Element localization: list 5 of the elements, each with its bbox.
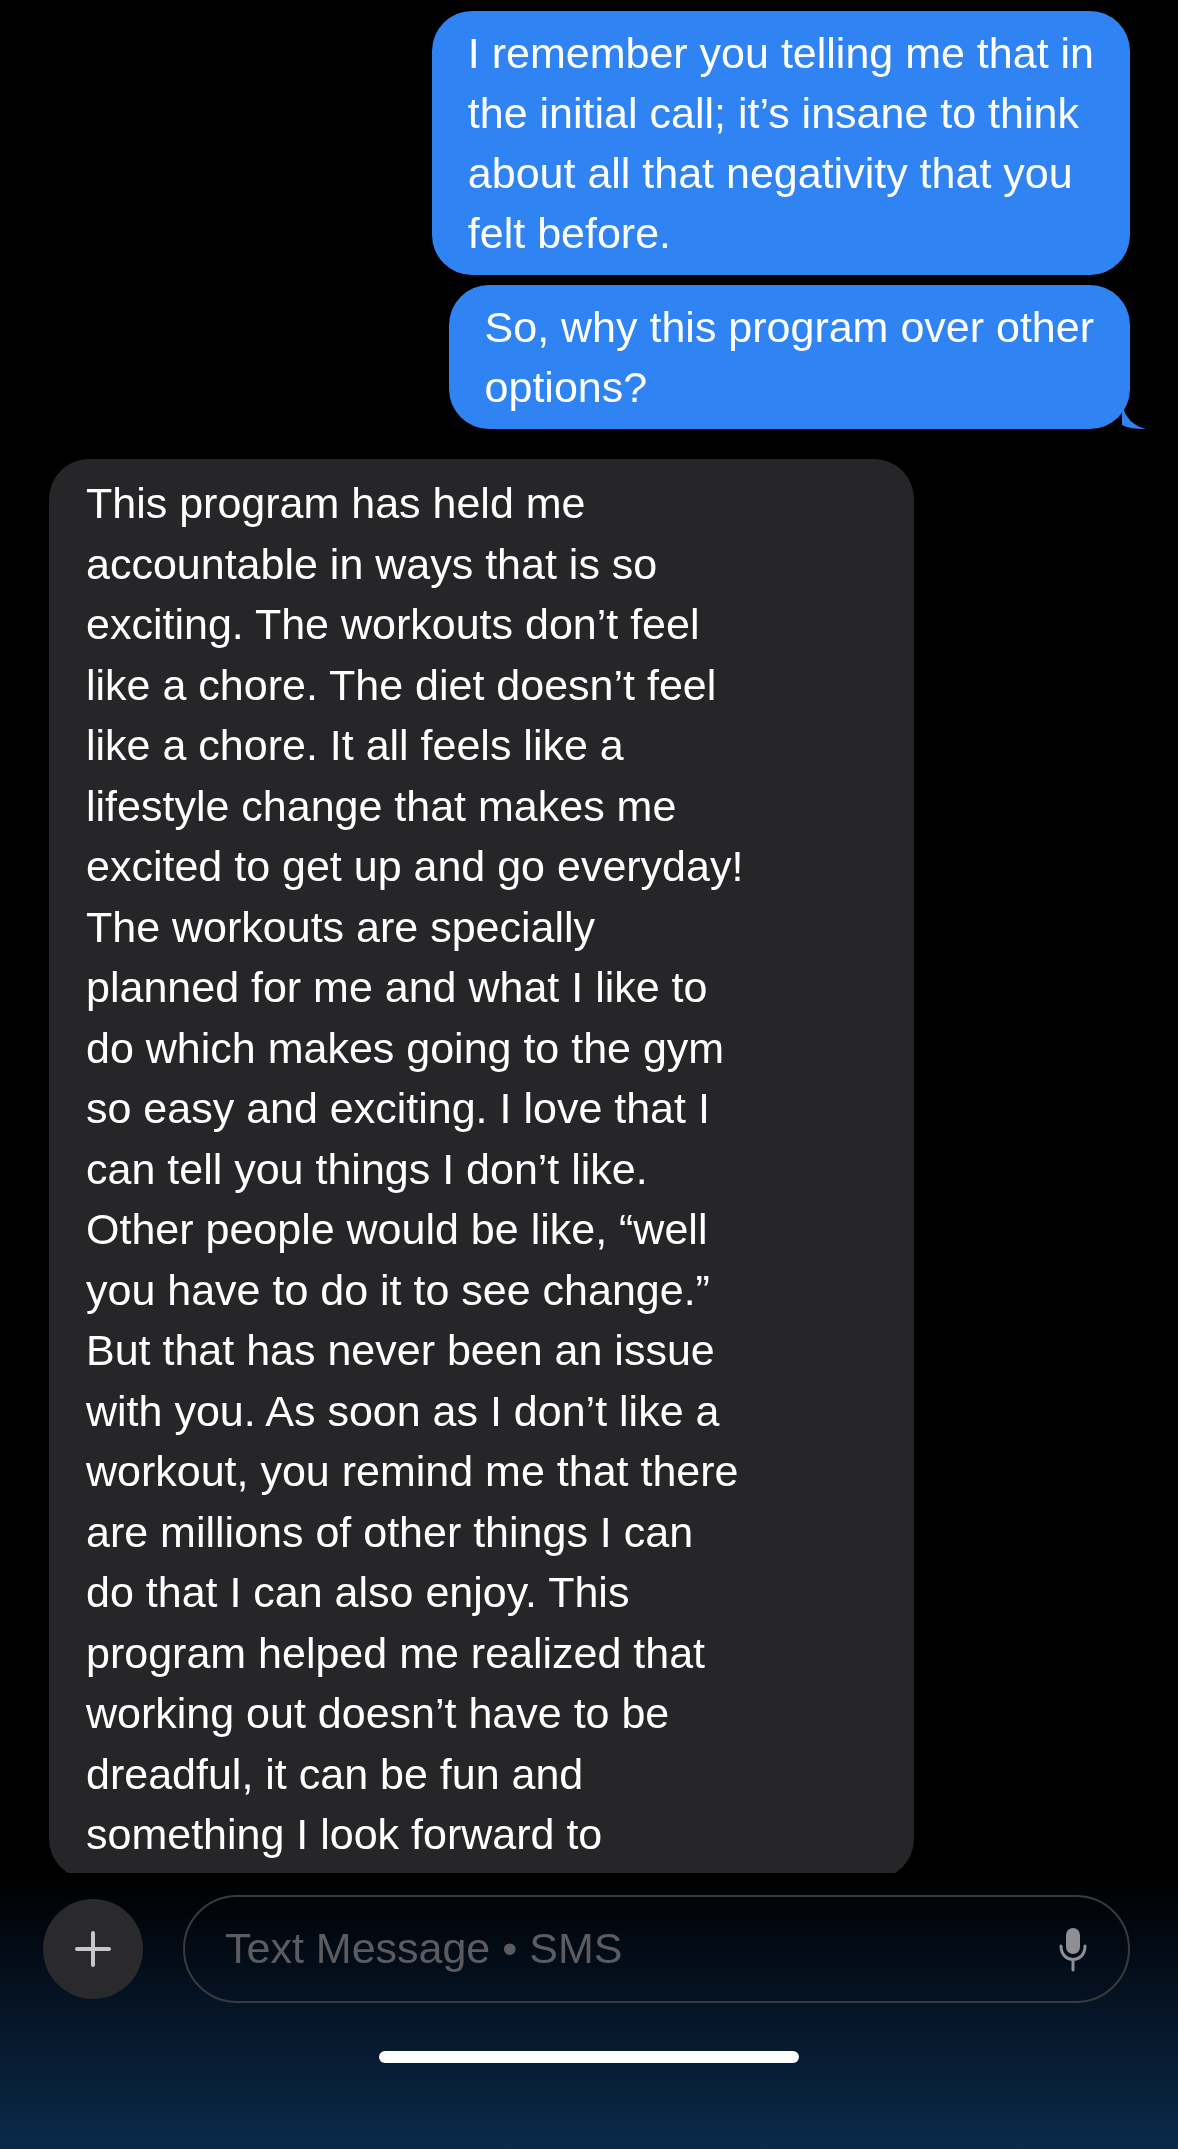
plus-icon — [75, 1930, 111, 1967]
microphone-icon[interactable] — [1058, 1925, 1088, 1972]
message-composer-field[interactable]: Text Message • SMS — [183, 1894, 1130, 2003]
sent-message-bubble: I remember you telling me that in the initial call; it’s insane to think about all that negativity that you felt before. — [431, 11, 1130, 275]
message-input-field[interactable]: Text Message • SMS — [225, 1916, 1058, 1981]
